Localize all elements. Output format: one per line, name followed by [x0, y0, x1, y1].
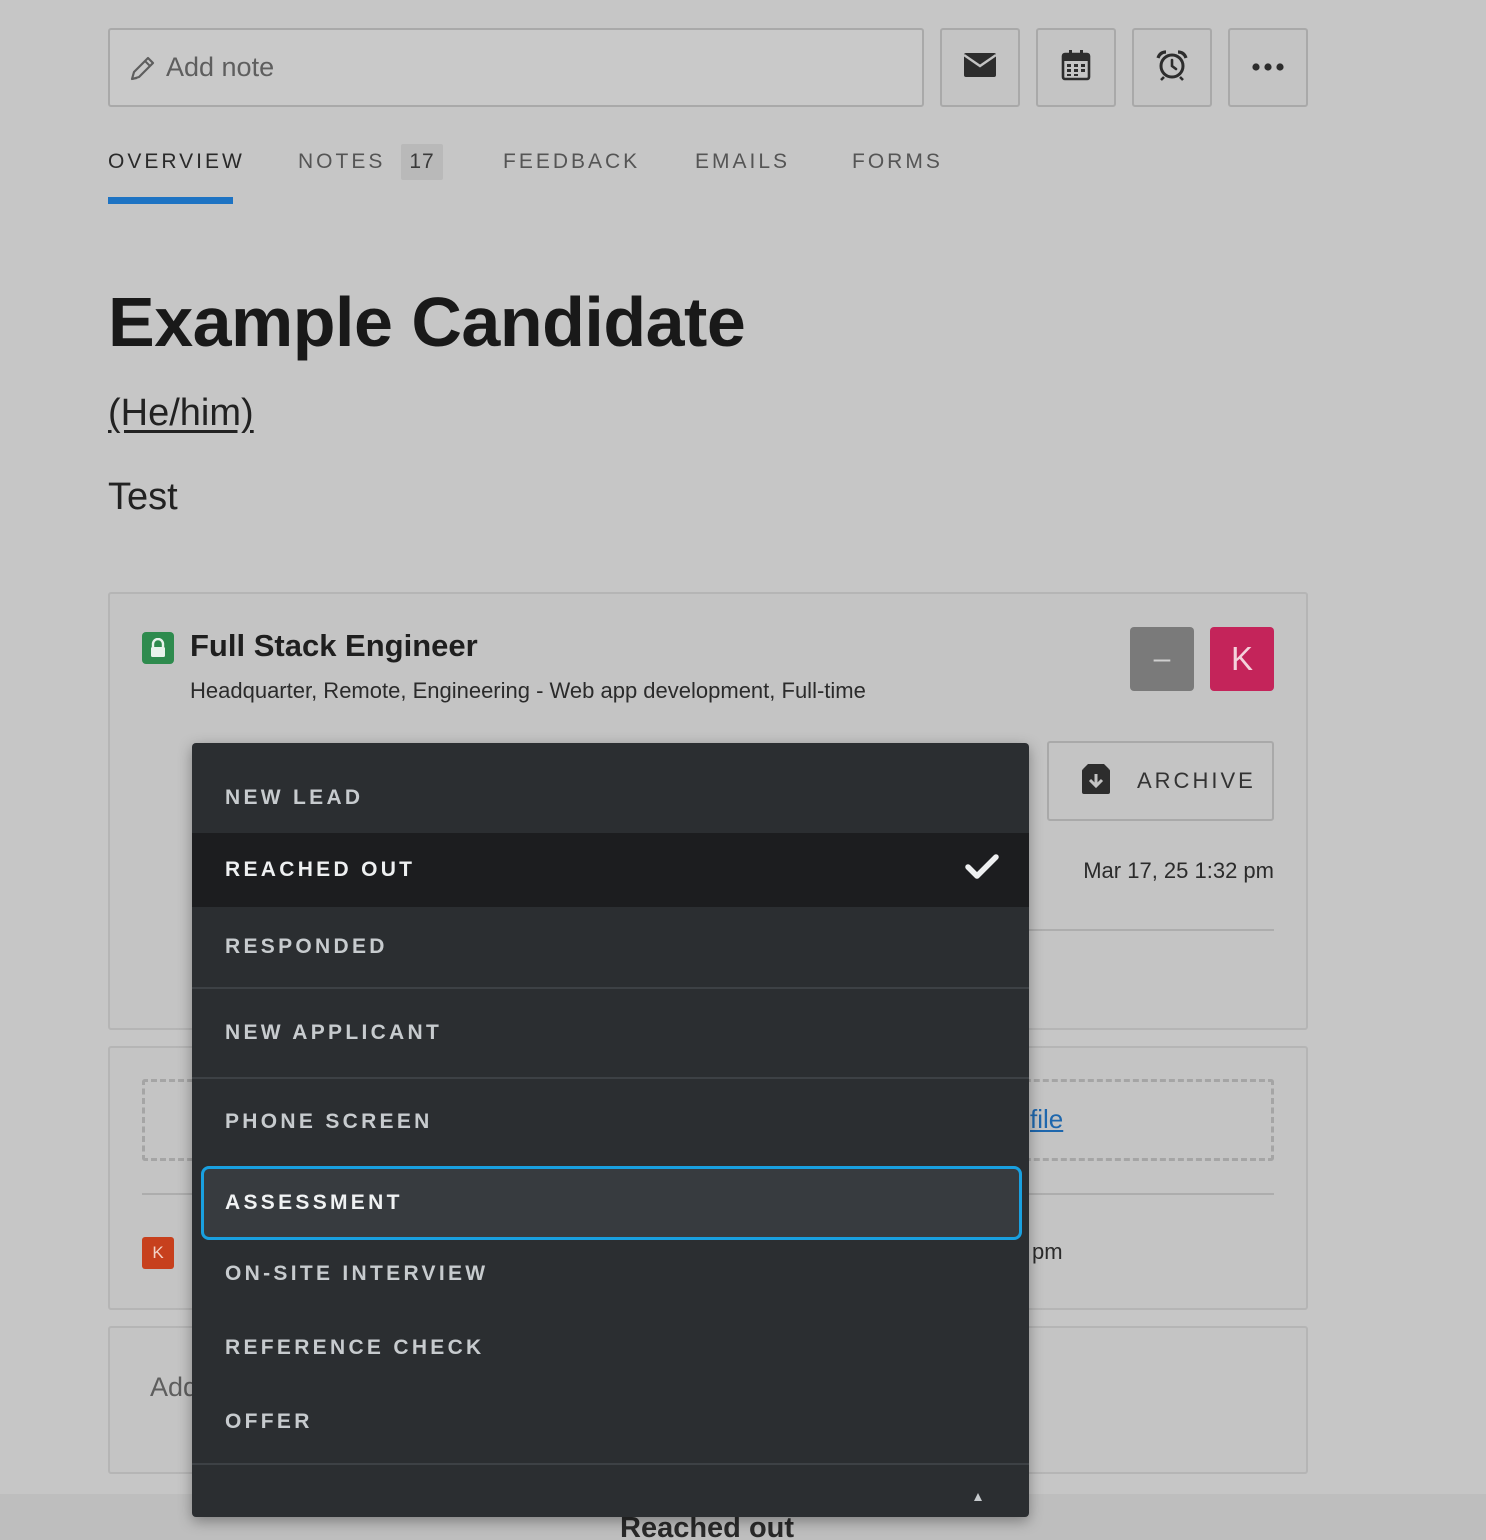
stage-option-new-applicant[interactable]: NEW APPLICANT	[192, 989, 1029, 1077]
stage-option-on-site-interview[interactable]: ON-SITE INTERVIEW	[192, 1240, 1029, 1308]
notes-count-badge: 17	[401, 144, 443, 180]
activity-avatar: K	[142, 1237, 174, 1269]
tab-overview[interactable]: OVERVIEW	[108, 140, 242, 204]
more-button[interactable]	[1228, 28, 1308, 107]
stage-option-offer[interactable]: OFFER	[192, 1388, 1029, 1456]
pencil-icon	[128, 53, 158, 83]
job-title[interactable]: Full Stack Engineer	[190, 628, 478, 664]
stage-option-reference-check[interactable]: REFERENCE CHECK	[192, 1314, 1029, 1382]
email-button[interactable]	[940, 28, 1020, 107]
tab-feedback[interactable]: FEEDBACK	[503, 140, 640, 204]
archive-button[interactable]: ARCHIVE	[1047, 741, 1274, 821]
tab-emails[interactable]: EMAILS	[695, 140, 790, 204]
stage-dropdown-menu[interactable]: NEW LEAD REACHED OUT RESPONDED NEW APPLI…	[192, 743, 1029, 1517]
stage-timestamp: Mar 17, 25 1:32 pm	[1083, 858, 1274, 883]
calendar-icon	[1061, 49, 1091, 86]
candidate-name: Example Candidate	[108, 283, 746, 361]
candidate-headline: Test	[108, 476, 178, 518]
avatar-placeholder[interactable]: –	[1130, 627, 1194, 691]
reminder-button[interactable]	[1132, 28, 1212, 107]
add-note-input[interactable]	[166, 52, 866, 83]
scroll-indicator-icon[interactable]	[974, 1493, 982, 1501]
lock-icon	[142, 632, 174, 664]
tab-notes[interactable]: NOTES 17	[298, 140, 443, 204]
tab-forms[interactable]: FORMS	[852, 140, 943, 204]
stage-option-assessment[interactable]: ASSESSMENT	[201, 1166, 1022, 1240]
divider	[1029, 929, 1274, 931]
ellipsis-icon	[1251, 59, 1285, 77]
archive-box-icon	[1079, 763, 1113, 800]
stage-option-responded[interactable]: RESPONDED	[192, 907, 1029, 987]
upload-file-link[interactable]: file	[1030, 1104, 1063, 1135]
stage-option-reached-out[interactable]: REACHED OUT	[192, 833, 1029, 907]
stage-option-new-lead[interactable]: NEW LEAD	[192, 743, 1029, 833]
add-note-field[interactable]	[108, 28, 924, 107]
schedule-button[interactable]	[1036, 28, 1116, 107]
stage-option-phone-screen[interactable]: PHONE SCREEN	[192, 1079, 1029, 1165]
candidate-pronouns[interactable]: (He/him)	[108, 392, 254, 435]
activity-time: pm	[1032, 1239, 1063, 1264]
avatar[interactable]: K	[1210, 627, 1274, 691]
alarm-clock-icon	[1155, 49, 1189, 86]
checkmark-icon	[965, 854, 999, 886]
archive-label: ARCHIVE	[1137, 768, 1256, 793]
divider	[192, 1463, 1029, 1465]
envelope-icon	[963, 52, 997, 83]
add-field-text[interactable]: Add	[150, 1372, 198, 1403]
job-meta: Headquarter, Remote, Engineering - Web a…	[190, 678, 866, 703]
